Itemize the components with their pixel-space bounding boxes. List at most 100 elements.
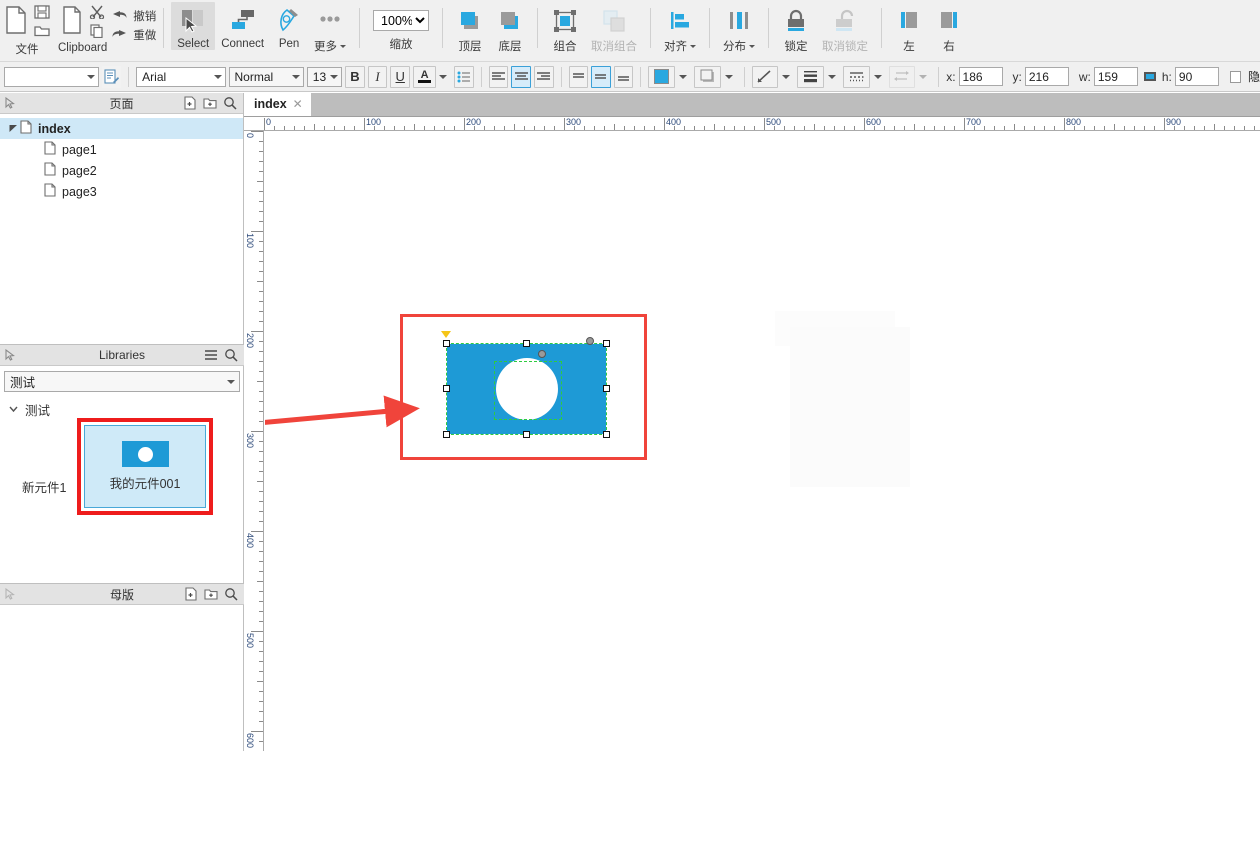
send-to-back-button[interactable]: 底层	[490, 2, 530, 54]
left-dock: 页面 indexpage1page2page3 Libraries	[0, 93, 244, 751]
library-widget-item[interactable]: 我的元件001	[84, 425, 206, 508]
line-style-button[interactable]	[752, 66, 779, 88]
font-family-select[interactable]: Arial	[136, 67, 225, 87]
hidden-checkbox[interactable]	[1230, 71, 1241, 83]
w-input[interactable]	[1094, 67, 1138, 86]
zoom-control[interactable]: 50%75%100%150%200% 缩放	[367, 2, 435, 52]
search-icon[interactable]	[221, 345, 241, 365]
chevron-down-icon[interactable]	[828, 75, 836, 79]
chevron-down-icon[interactable]	[439, 75, 447, 79]
copy-icon[interactable]	[89, 24, 105, 41]
circle-rotate-handle[interactable]	[538, 350, 546, 358]
rotate-handle[interactable]	[586, 337, 594, 345]
align-left-button[interactable]	[489, 66, 509, 88]
add-page-icon[interactable]	[180, 93, 200, 113]
distribute-button[interactable]: 分布	[717, 2, 761, 54]
align-center-button[interactable]	[511, 66, 531, 88]
page-tree-item-index[interactable]: index	[0, 118, 243, 139]
valign-middle-button[interactable]	[591, 66, 611, 88]
border-pattern-button[interactable]	[843, 66, 870, 88]
ruler-minor-tick	[259, 251, 263, 252]
ruler-minor-tick	[704, 126, 705, 130]
add-folder-icon[interactable]	[201, 584, 221, 604]
resize-handle-ne[interactable]	[603, 340, 610, 347]
h-input[interactable]	[1175, 67, 1219, 86]
valign-top-button[interactable]	[569, 66, 589, 88]
more-tools-button[interactable]: 更多	[308, 2, 352, 54]
y-input[interactable]	[1025, 67, 1069, 86]
font-weight-select[interactable]: Normal	[229, 67, 304, 87]
chevron-down-icon[interactable]	[725, 75, 733, 79]
resize-handle-nw[interactable]	[443, 340, 450, 347]
page-tree-item-page3[interactable]: page3	[0, 181, 243, 202]
close-icon[interactable]: ✕	[293, 97, 303, 111]
resize-handle-w[interactable]	[443, 385, 450, 392]
redo-button[interactable]: 重做	[111, 27, 156, 43]
resize-handle-n[interactable]	[523, 340, 530, 347]
chevron-down-icon[interactable]	[919, 75, 927, 79]
valign-bottom-button[interactable]	[614, 66, 634, 88]
align-button[interactable]: 对齐	[658, 2, 702, 54]
resize-handle-se[interactable]	[603, 431, 610, 438]
ruler-label: 600	[245, 733, 255, 748]
align-icon	[666, 6, 694, 36]
select-tool-button[interactable]: Select	[171, 2, 215, 50]
library-select[interactable]: 测试	[4, 371, 240, 392]
search-icon[interactable]	[221, 584, 241, 604]
hamburger-menu-icon[interactable]	[201, 345, 221, 365]
design-canvas[interactable]	[265, 131, 1260, 751]
align-right-button[interactable]: 右	[929, 2, 969, 54]
page-tree-item-page2[interactable]: page2	[0, 160, 243, 181]
resize-handle-sw[interactable]	[443, 431, 450, 438]
arrow-style-button[interactable]	[889, 66, 916, 88]
save-icon[interactable]	[34, 5, 50, 22]
align-left-button[interactable]: 左	[889, 2, 929, 54]
pen-icon	[276, 6, 302, 36]
ruler-minor-tick	[334, 126, 335, 130]
file-button[interactable]: 文件	[0, 2, 54, 57]
shadow-button[interactable]	[694, 66, 721, 88]
bring-to-front-button[interactable]: 顶层	[450, 2, 490, 54]
chevron-down-icon[interactable]	[679, 75, 687, 79]
expand-triangle-icon[interactable]	[6, 124, 20, 133]
new-file-icon[interactable]	[4, 5, 28, 38]
edit-style-icon[interactable]	[102, 66, 122, 88]
align-right-button[interactable]	[534, 66, 554, 88]
tab-index[interactable]: index ✕	[244, 92, 311, 116]
toolbar-separator	[359, 8, 360, 48]
cut-icon[interactable]	[89, 5, 105, 22]
ruler-minor-tick	[744, 126, 745, 130]
fill-color-button[interactable]	[648, 66, 675, 88]
lock-button[interactable]: 锁定	[776, 2, 816, 54]
chevron-down-icon[interactable]	[874, 75, 882, 79]
library-group-row[interactable]: 测试	[0, 392, 244, 419]
resize-handle-e[interactable]	[603, 385, 610, 392]
add-master-icon[interactable]	[181, 584, 201, 604]
bullet-list-button[interactable]	[454, 66, 474, 88]
clipboard-button[interactable]: Clipboard	[54, 2, 111, 54]
zoom-select[interactable]: 50%75%100%150%200%	[373, 10, 429, 31]
search-icon[interactable]	[220, 93, 240, 113]
chevron-down-icon[interactable]	[782, 75, 790, 79]
font-size-select[interactable]: 13	[307, 67, 342, 87]
open-folder-icon[interactable]	[34, 24, 50, 40]
bold-button[interactable]: B	[345, 66, 365, 88]
undo-button[interactable]: 撤销	[111, 8, 156, 24]
paste-icon[interactable]	[61, 5, 83, 38]
page-tree-item-page1[interactable]: page1	[0, 139, 243, 160]
unlock-button[interactable]: 取消锁定	[816, 2, 874, 54]
underline-button[interactable]: U	[390, 66, 410, 88]
lock-aspect-ratio-icon[interactable]	[1143, 70, 1157, 83]
italic-button[interactable]: I	[368, 66, 388, 88]
connect-tool-button[interactable]: Connect	[215, 2, 270, 50]
border-width-button[interactable]	[797, 66, 824, 88]
add-folder-icon[interactable]	[200, 93, 220, 113]
resize-handle-s[interactable]	[523, 431, 530, 438]
style-select[interactable]	[4, 67, 99, 87]
font-color-button[interactable]: A	[413, 66, 436, 88]
pen-tool-button[interactable]: Pen	[270, 2, 308, 50]
ungroup-button[interactable]: 取消组合	[585, 2, 643, 54]
x-input[interactable]	[959, 67, 1003, 86]
group-button[interactable]: 组合	[545, 2, 585, 54]
chevron-down-icon	[87, 75, 95, 79]
